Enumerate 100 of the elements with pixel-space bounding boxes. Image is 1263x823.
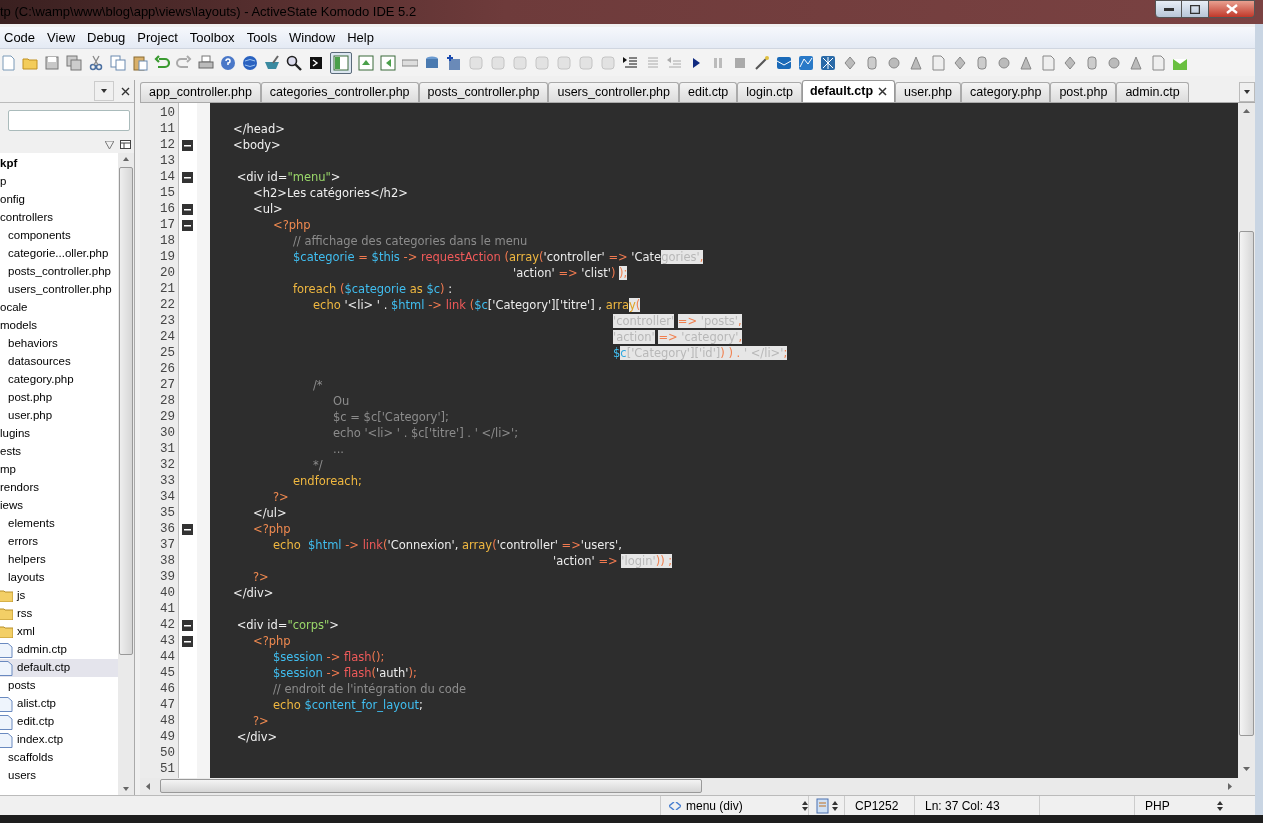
editor-tab[interactable]: app_controller.php (140, 82, 261, 102)
editor-tab[interactable]: category.php (961, 82, 1051, 102)
arrow-up-icon[interactable] (1243, 109, 1250, 113)
scissors-icon[interactable] (88, 54, 104, 71)
language-selector[interactable]: PHP (1145, 796, 1217, 815)
redo-icon[interactable] (176, 54, 192, 71)
menu-item[interactable]: Code (4, 27, 36, 48)
fold-toggle-icon[interactable] (182, 619, 193, 631)
page-icon[interactable] (930, 54, 946, 71)
tree-item[interactable]: user.php (8, 407, 53, 425)
tree-item[interactable]: edit.ctp (17, 713, 55, 731)
tree-item[interactable]: controllers (0, 209, 54, 227)
editor-tab[interactable]: categories_controller.php (260, 82, 419, 102)
print-icon[interactable] (198, 54, 214, 71)
editor-tab[interactable]: posts_controller.php (418, 82, 549, 102)
fold-toggle-icon[interactable] (182, 203, 193, 215)
new-file-icon[interactable] (0, 54, 16, 71)
tree-item[interactable]: scaffolds (8, 749, 54, 767)
chart-icon[interactable] (798, 54, 814, 71)
menu-item[interactable]: Toolbox (189, 27, 235, 48)
cone-icon[interactable] (1128, 54, 1144, 71)
tree-item[interactable]: onfig (0, 191, 25, 209)
tree-item[interactable]: categorie...oller.php (8, 245, 109, 263)
tree-item[interactable]: behaviors (8, 335, 58, 353)
menu-item[interactable]: Tools (246, 27, 277, 48)
page-icon[interactable] (1040, 54, 1056, 71)
minimize-button[interactable] (1155, 0, 1182, 18)
tree-item[interactable]: p (0, 173, 7, 191)
circle-icon[interactable] (996, 54, 1012, 71)
pane-right-icon[interactable] (380, 54, 396, 71)
close-icon[interactable] (878, 87, 888, 96)
tree-item[interactable]: iews (0, 497, 23, 515)
globe-icon[interactable] (242, 54, 258, 71)
tree-item[interactable]: elements (8, 515, 55, 533)
inbox-icon[interactable] (776, 54, 792, 71)
tree-item[interactable]: lugins (0, 425, 31, 443)
fold-toggle-icon[interactable] (182, 523, 193, 535)
scrollbar-thumb[interactable] (119, 167, 134, 655)
arrow-right-icon[interactable] (1228, 783, 1232, 790)
paste-icon[interactable] (132, 54, 148, 71)
editor-tab[interactable]: users_controller.php (548, 82, 679, 102)
tab-list-button[interactable] (1239, 82, 1255, 102)
filter-icon[interactable] (105, 141, 114, 149)
indent-icon[interactable] (622, 54, 638, 71)
database-icon[interactable] (424, 54, 440, 71)
cone-icon[interactable] (908, 54, 924, 71)
outdent-icon[interactable] (666, 54, 682, 71)
tree-item[interactable]: helpers (8, 551, 46, 569)
maximize-button[interactable] (1182, 0, 1209, 18)
tree-item[interactable]: posts (8, 677, 36, 695)
menu-item[interactable]: Help (347, 27, 374, 48)
scrollbar[interactable] (118, 153, 134, 795)
network-icon[interactable] (820, 54, 836, 71)
code-editor[interactable] (140, 103, 1238, 778)
pane-bottom-icon[interactable] (358, 54, 374, 71)
spinner-arrows-icon[interactable] (832, 800, 838, 811)
tree-item[interactable]: rendors (0, 479, 39, 497)
tree-item[interactable]: kpf (0, 155, 18, 173)
tree-item[interactable]: ests (0, 443, 22, 461)
search-field[interactable] (8, 109, 130, 131)
toolbar-toggle-button[interactable] (330, 51, 352, 74)
page-icon[interactable] (1150, 54, 1166, 71)
tree-item[interactable]: category.php (8, 371, 74, 389)
dropdown-button[interactable] (94, 81, 114, 101)
editor-tab[interactable]: default.ctp (801, 80, 896, 102)
tree-item[interactable]: ocale (0, 299, 28, 317)
close-button[interactable] (1209, 0, 1255, 18)
diamond-icon[interactable] (842, 54, 858, 71)
editor-tab[interactable]: edit.ctp (679, 82, 738, 102)
tree-item[interactable]: xml (17, 623, 35, 641)
scrollbar-thumb[interactable] (1239, 231, 1254, 736)
tree-item[interactable]: admin.ctp (17, 641, 67, 659)
tree-item[interactable]: mp (0, 461, 16, 479)
save-all-icon[interactable] (66, 54, 82, 71)
fold-toggle-icon[interactable] (182, 635, 193, 647)
arrow-down-icon[interactable] (123, 787, 130, 791)
save-icon[interactable] (44, 54, 60, 71)
spinner-arrows-icon[interactable] (802, 800, 808, 811)
tree-item[interactable]: components (8, 227, 71, 245)
tree-item[interactable]: users_controller.php (8, 281, 112, 299)
tree-item[interactable]: index.ctp (17, 731, 64, 749)
tree-item[interactable]: users (8, 767, 37, 785)
help-icon[interactable] (220, 54, 236, 71)
section-selector[interactable]: menu (div) (686, 796, 797, 815)
fold-toggle-icon[interactable] (182, 139, 193, 151)
tree-item[interactable]: errors (8, 533, 39, 551)
mortar-icon[interactable] (264, 54, 280, 71)
tree-item[interactable]: rss (17, 605, 33, 623)
menu-item[interactable]: Debug (87, 27, 126, 48)
fold-toggle-icon[interactable] (182, 171, 193, 183)
menu-item[interactable]: View (47, 27, 76, 48)
fold-toggle-icon[interactable] (182, 219, 193, 231)
tree-item[interactable]: js (17, 587, 26, 605)
diamond-icon[interactable] (1062, 54, 1078, 71)
tree-item[interactable]: alist.ctp (17, 695, 56, 713)
tree-item[interactable]: default.ctp (0, 659, 119, 677)
tree-item[interactable]: datasources (8, 353, 71, 371)
editor-tab[interactable]: admin.ctp (1116, 82, 1189, 102)
cone-icon[interactable] (1018, 54, 1034, 71)
menu-item[interactable]: Window (289, 27, 336, 48)
